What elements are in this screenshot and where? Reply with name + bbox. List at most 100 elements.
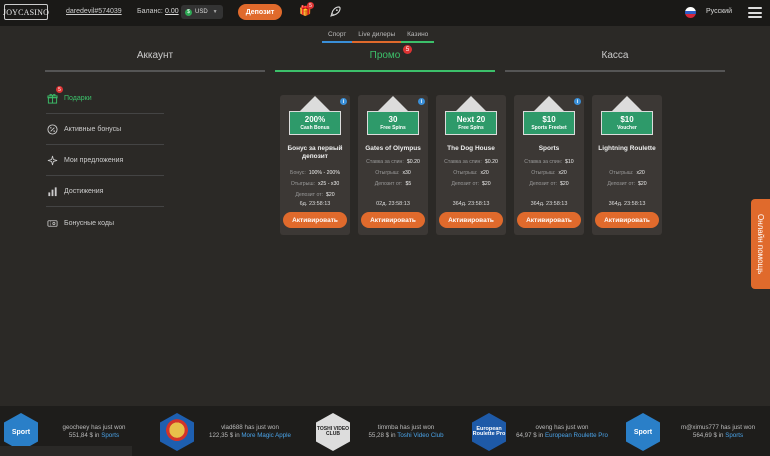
promo-details: Отыгрыш: x20 Депозит от: $20 [596,168,658,190]
promo-badge: $10 Sports Freebet [523,96,575,139]
tab-cashier-underline [505,70,725,72]
online-help-label: Онлайн помощь [756,213,765,275]
nav-sport[interactable]: Спорт [322,29,353,43]
detail-value: $20 [638,181,647,187]
balance-value[interactable]: 0.00 [165,8,179,15]
promo-title: Бонус за первый депозит [287,145,343,161]
detail-value: x20 [480,170,489,176]
info-icon[interactable]: i [574,98,581,105]
game-link[interactable]: Sports [725,432,743,439]
activate-button[interactable]: Активировать [283,212,347,228]
nav-live-dealers[interactable]: Live дилеры [352,29,402,43]
gift-icon [46,93,58,105]
sidebar-item-my-offers[interactable]: Мои предложения [46,146,164,176]
language-select[interactable]: Русский [706,8,732,15]
winner-item[interactable]: vlad688 has just won 122,35 $ in More Ma… [156,406,312,456]
logo[interactable]: JOYCASINO [3,4,49,20]
promo-badge: 30 Free Spins [367,96,419,139]
username-link[interactable]: daredevil#574039 [66,8,122,15]
nav-casino[interactable]: Казино [401,29,435,43]
promo-badge: Next 20 Free Spins [445,96,497,139]
gifts-count-badge: 5 [307,2,314,9]
sidebar-item-bonus-codes[interactable]: Бонусные коды [46,208,164,238]
detail-value: $0.20 [406,159,420,165]
winner-text: oveng has just won 64,97 $ in European R… [516,424,608,440]
game-link[interactable]: Sports [101,432,119,439]
promo-title: Lightning Roulette [598,145,656,152]
russian-flag-icon[interactable] [685,7,696,18]
info-icon[interactable]: i [340,98,347,105]
sidebar-item-achievements[interactable]: Достижения [46,177,164,207]
promo-timer: 364д. 23:58:13 [530,201,568,207]
promo-timer: 364д. 23:58:13 [608,201,646,207]
winner-item[interactable]: TOSHI VIDEO CLUB timmba has just won 55,… [312,406,468,456]
detail-label: Отыгрыш: [531,170,556,176]
tab-promo-underline [275,70,495,72]
balance-label: Баланс: [137,8,163,15]
detail-value: $0.20 [484,159,498,165]
online-help-button[interactable]: Онлайн помощь [751,199,770,289]
game-link[interactable]: European Roulette Pro [545,432,608,439]
promo-title: Gates of Olympus [365,145,421,152]
promo-details: Ставка за спин: $0.20 Отыгрыш: x20 Депозит… [440,157,502,190]
menu-icon[interactable] [748,7,762,18]
winner-text: timmba has just won 55,28 $ in Toshi Vid… [368,424,444,440]
promo-timer: 02д. 23:58:13 [376,201,410,207]
activate-button[interactable]: Активировать [361,212,425,228]
winner-item[interactable]: European Roulette Pro oveng has just won… [468,406,624,456]
dollar-coin-icon: $ [185,8,192,16]
detail-value: x30 [402,170,411,176]
promo-type: Sports Freebet [531,124,567,131]
activate-button[interactable]: Активировать [517,212,581,228]
promo-badge: $10 Voucher [601,96,653,139]
detail-label: Депозит от: [295,192,324,198]
detail-label: Ставка за спин: [444,159,482,165]
section-nav: Спорт Live дилеры Казино [322,29,435,43]
detail-label: Отыгрыш: [609,170,634,176]
sidebar-item-active-bonuses[interactable]: Активные бонусы [46,115,164,145]
detail-value: 100% - 200% [308,170,340,176]
ticker-scrollbar[interactable] [0,446,132,456]
activate-button[interactable]: Активировать [595,212,659,228]
winner-item[interactable]: Sport m@ximus777 has just won 564,69 $ i… [624,406,770,456]
game-link[interactable]: More Magic Apple [241,432,291,439]
activate-button[interactable]: Активировать [439,212,503,228]
detail-label: Депозит от: [529,181,558,187]
sparkle-icon [46,155,58,167]
sidebar-item-label: Подарки [64,95,92,102]
tab-cashier[interactable]: Касса [505,50,725,61]
promo-details: Ставка за спин: $0.20 Отыгрыш: x30 Депозит… [362,157,424,190]
game-link[interactable]: Toshi Video Club [397,432,443,439]
promo-type: Free Spins [380,124,406,131]
game-thumbnail: TOSHI VIDEO CLUB [316,413,350,451]
sidebar-item-label: Достижения [64,188,104,195]
promo-details: Ставка за спин: $10 Отыгрыш: x20 Депозит о… [518,157,580,190]
currency-select[interactable]: $ USD ▼ [181,5,223,19]
winner-text: m@ximus777 has just won 564,69 $ in Spor… [680,424,756,440]
gifts-count-badge: 5 [56,86,63,93]
promo-amount: $10 [542,114,556,124]
promo-count-badge: 5 [403,45,412,54]
bar-chart-icon [46,186,58,198]
detail-value: $10 [565,159,574,165]
currency-label: USD [195,9,208,15]
winner-text: vlad688 has just won 122,35 $ in More Ma… [209,424,291,440]
promo-amount: 30 [388,114,398,124]
detail-label: Депозит от: [607,181,636,187]
tab-account[interactable]: Аккаунт [45,50,265,61]
info-icon[interactable]: i [418,98,425,105]
sidebar-item-label: Бонусные коды [64,219,115,227]
detail-label: Ставка за спин: [366,159,404,165]
detail-value: $20 [482,181,491,187]
detail-label: Ставка за спин: [524,159,563,165]
sidebar-item-gifts[interactable]: 5 Подарки [46,84,164,114]
promo-amount: $10 [620,114,634,124]
sidebar-item-label: Мои предложения [64,157,124,164]
detail-value: x20 [636,170,645,176]
deposit-button[interactable]: Депозит [238,4,282,20]
tab-promo[interactable]: Промо [275,50,495,61]
rocket-icon[interactable] [330,6,341,20]
detail-label: Бонус: [290,170,306,176]
promo-title: Sports [538,145,560,152]
detail-value: x25 - x30 [317,181,340,187]
